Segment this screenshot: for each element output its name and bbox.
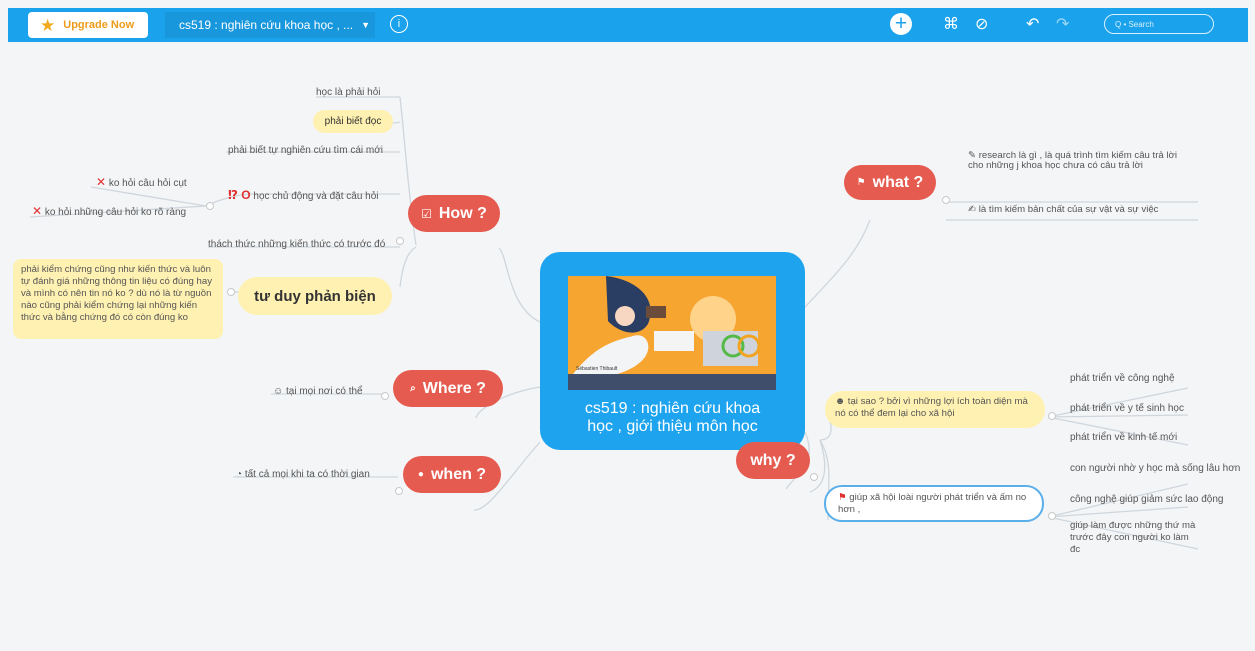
image-credit: Sébastien Thibault: [576, 366, 618, 372]
search-input[interactable]: Q • Search: [1104, 14, 1214, 34]
smile-icon: ☻: [835, 396, 846, 407]
why-reason-society[interactable]: ⚑ giúp xã hội loài người phát triển và ấ…: [824, 485, 1044, 522]
topic-when[interactable]: ● when ?: [403, 456, 501, 493]
close-icon: ✕: [32, 204, 43, 218]
why-benefit-economy[interactable]: phát triển về kinh tế mới: [1070, 432, 1177, 443]
clock-icon: ◔: [236, 469, 243, 480]
central-illustration: Sébastien Thibault: [568, 276, 776, 390]
flag-icon: ⚑: [838, 492, 847, 503]
undo-icon[interactable]: ↶: [1026, 14, 1039, 34]
why-reason-benefits[interactable]: ☻ tại sao ? bởi vì những lợi ích toàn di…: [825, 391, 1045, 428]
central-title: cs519 : nghiên cứu khoa học , giới thiệu…: [584, 400, 761, 435]
critical-note[interactable]: phải kiểm chứng cũng như kiến thức và lu…: [13, 259, 223, 339]
priority-icon: ⁉ O: [228, 188, 251, 202]
topic-how[interactable]: ☑ How ?: [408, 195, 500, 232]
why-benefit-health[interactable]: phát triển về y tế sinh học: [1070, 403, 1184, 414]
expand-dot[interactable]: [1048, 412, 1056, 420]
caret-down-icon: ▼: [361, 20, 371, 30]
smile-icon: ☺: [273, 386, 284, 397]
how-item-read[interactable]: phải biết đọc: [313, 110, 393, 133]
add-topic-button[interactable]: +: [890, 13, 912, 35]
expand-dot[interactable]: [381, 392, 389, 400]
redo-icon[interactable]: ↷: [1056, 14, 1069, 34]
why-society-lifespan[interactable]: con người nhờ y học mà sống lâu hơn: [1070, 463, 1240, 474]
when-item[interactable]: ◔ tất cả mọi khi ta có thời gian: [236, 469, 370, 480]
how-subitem-1[interactable]: ✕ ko hỏi câu hỏi cụt: [96, 175, 187, 189]
info-icon[interactable]: i: [390, 15, 408, 33]
expand-dot[interactable]: [227, 288, 235, 296]
how-subitem-2[interactable]: ✕ ko hỏi những câu hỏi ko rõ ràng: [32, 204, 186, 218]
central-topic[interactable]: Sébastien Thibault cs519 : nghiên cứu kh…: [540, 252, 805, 450]
clock-icon: ●: [417, 469, 424, 480]
map-title-dropdown[interactable]: cs519 : nghiên cứu khoa học , ... ▼: [165, 12, 375, 38]
how-item-research[interactable]: phải biết tự nghiên cứu tìm cái mới: [228, 145, 383, 156]
expand-dot[interactable]: [1048, 512, 1056, 520]
expand-dot[interactable]: [810, 473, 818, 481]
expand-dot[interactable]: [206, 202, 214, 210]
what-item-essence[interactable]: ✍ là tìm kiếm bản chất của sự vật và sự …: [968, 204, 1158, 216]
topic-what[interactable]: ⚑ what ?: [844, 165, 936, 200]
upgrade-button[interactable]: ★ Upgrade Now: [28, 12, 148, 38]
note-icon: ✍: [968, 204, 977, 215]
how-item-ask[interactable]: học là phải hỏi: [316, 87, 381, 98]
map-style-icon[interactable]: ⌘: [943, 14, 959, 34]
relationship-icon[interactable]: ⊘: [975, 14, 988, 34]
person-icon: ⚑: [856, 177, 866, 188]
expand-dot[interactable]: [942, 196, 950, 204]
how-item-challenge[interactable]: thách thức những kiến thức có trước đó: [208, 239, 385, 250]
where-item[interactable]: ☺ tại mọi nơi có thể: [273, 386, 363, 397]
topic-where[interactable]: ⌕ Where ?: [393, 370, 503, 407]
what-item-definition[interactable]: ✎ research là gì , là quá trình tìm kiếm…: [968, 151, 1178, 171]
scientist-illustration: Sébastien Thibault: [568, 276, 776, 390]
star-icon: ★: [40, 15, 56, 35]
expand-dot[interactable]: [396, 237, 404, 245]
why-society-new-things[interactable]: giúp làm được những thứ mà trước đây con…: [1070, 520, 1200, 556]
upgrade-label: Upgrade Now: [63, 19, 135, 31]
why-benefit-tech[interactable]: phát triển về công nghệ: [1070, 373, 1175, 384]
mindmap-canvas[interactable]: ☑ How ? học là phải hỏi phải biết đọc ph…: [8, 42, 1248, 609]
topic-why[interactable]: why ?: [736, 442, 810, 479]
map-title-text: cs519 : nghiên cứu khoa học , ...: [179, 18, 354, 32]
why-society-labor[interactable]: công nghệ giúp giảm sức lao động: [1070, 494, 1223, 505]
topic-critical-thinking[interactable]: tư duy phản biện: [238, 277, 392, 315]
expand-dot[interactable]: [395, 487, 403, 495]
top-toolbar: ★ Upgrade Now cs519 : nghiên cứu khoa họ…: [8, 8, 1248, 42]
list-icon: ☑: [421, 206, 432, 221]
magnifier-icon: ⌕: [410, 383, 416, 394]
close-icon: ✕: [96, 175, 107, 189]
how-item-active[interactable]: ⁉ O học chủ động và đặt câu hỏi: [228, 188, 379, 202]
